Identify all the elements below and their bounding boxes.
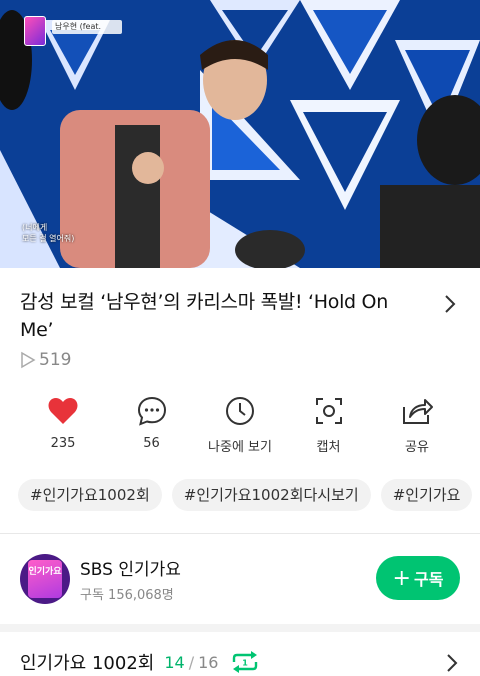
chevron-right-icon[interactable]: [444, 652, 460, 674]
play-count-value: 519: [39, 350, 72, 370]
share-button[interactable]: 공유: [374, 394, 460, 455]
capture-icon: [315, 398, 342, 424]
playlist-current-index: 14: [164, 652, 185, 672]
subtitle-line: 모든 걸 열어줘): [22, 234, 75, 243]
video-title-row[interactable]: 감성 보컬 ‘남우현’의 카리스마 폭발! ‘Hold On Me’: [0, 268, 480, 344]
comment-count: 56: [143, 436, 160, 451]
subtitle-line: (너에게: [22, 223, 48, 232]
playlist-separator: /: [188, 652, 195, 672]
like-count: 235: [50, 436, 76, 451]
video-subtitle: (너에게 모든 걸 열어줘): [22, 222, 74, 244]
capture-button[interactable]: 캡처: [286, 394, 372, 455]
subscriber-count: 구독 156,068명: [80, 588, 174, 603]
hashtag-chip[interactable]: #인기가요1002회다시보기: [171, 479, 371, 511]
chevron-right-icon[interactable]: [440, 292, 460, 316]
clock-icon: [226, 397, 254, 425]
comment-button[interactable]: 56: [109, 394, 195, 455]
playlist-total: 16: [198, 652, 219, 672]
repeat-icon[interactable]: 1: [230, 651, 260, 673]
channel-info: SBS 인기가요 구독 156,068명: [80, 555, 181, 603]
channel-logo-watermark: [24, 16, 46, 46]
hashtag-chip[interactable]: #인기가요: [380, 479, 473, 511]
playlist-title: 인기가요 1002회: [20, 653, 155, 674]
subscribe-button[interactable]: + 구독: [376, 556, 460, 600]
play-count: 519: [0, 344, 480, 370]
comment-icon: [137, 396, 166, 426]
watch-later-button[interactable]: 나중에 보기: [197, 394, 283, 455]
action-bar: 235 56 나중에 보기 캡처 공유: [0, 394, 480, 455]
video-player[interactable]: 남우현 (feat. (너에게 모든 걸 열어줘): [0, 0, 480, 268]
share-label: 공유: [405, 440, 429, 455]
playlist-row[interactable]: 인기가요 1002회 14 / 16 1: [0, 632, 480, 676]
channel-row[interactable]: 인기가요 SBS 인기가요 구독 156,068명 + 구독: [0, 534, 480, 624]
share-icon: [403, 399, 433, 424]
capture-label: 캡처: [316, 440, 341, 455]
plus-icon: +: [392, 565, 411, 591]
hashtag-list: #인기가요1002회 #인기가요1002회다시보기 #인기가요: [0, 455, 480, 511]
video-title: 감성 보컬 ‘남우현’의 카리스마 폭발! ‘Hold On Me’: [20, 291, 388, 341]
channel-name: SBS 인기가요: [80, 560, 181, 580]
hashtag-chip[interactable]: #인기가요1002회: [18, 479, 162, 511]
song-tag-overlay: 남우현 (feat.: [52, 20, 122, 34]
play-icon: [21, 351, 36, 369]
channel-avatar[interactable]: 인기가요: [20, 554, 70, 604]
subscribe-label: 구독: [413, 570, 444, 589]
watch-later-label: 나중에 보기: [208, 440, 272, 455]
svg-text:1: 1: [243, 659, 249, 668]
channel-avatar-logo: 인기가요: [28, 560, 62, 598]
section-separator: [0, 624, 480, 632]
like-button[interactable]: 235: [20, 394, 106, 455]
heart-icon: [48, 398, 78, 424]
